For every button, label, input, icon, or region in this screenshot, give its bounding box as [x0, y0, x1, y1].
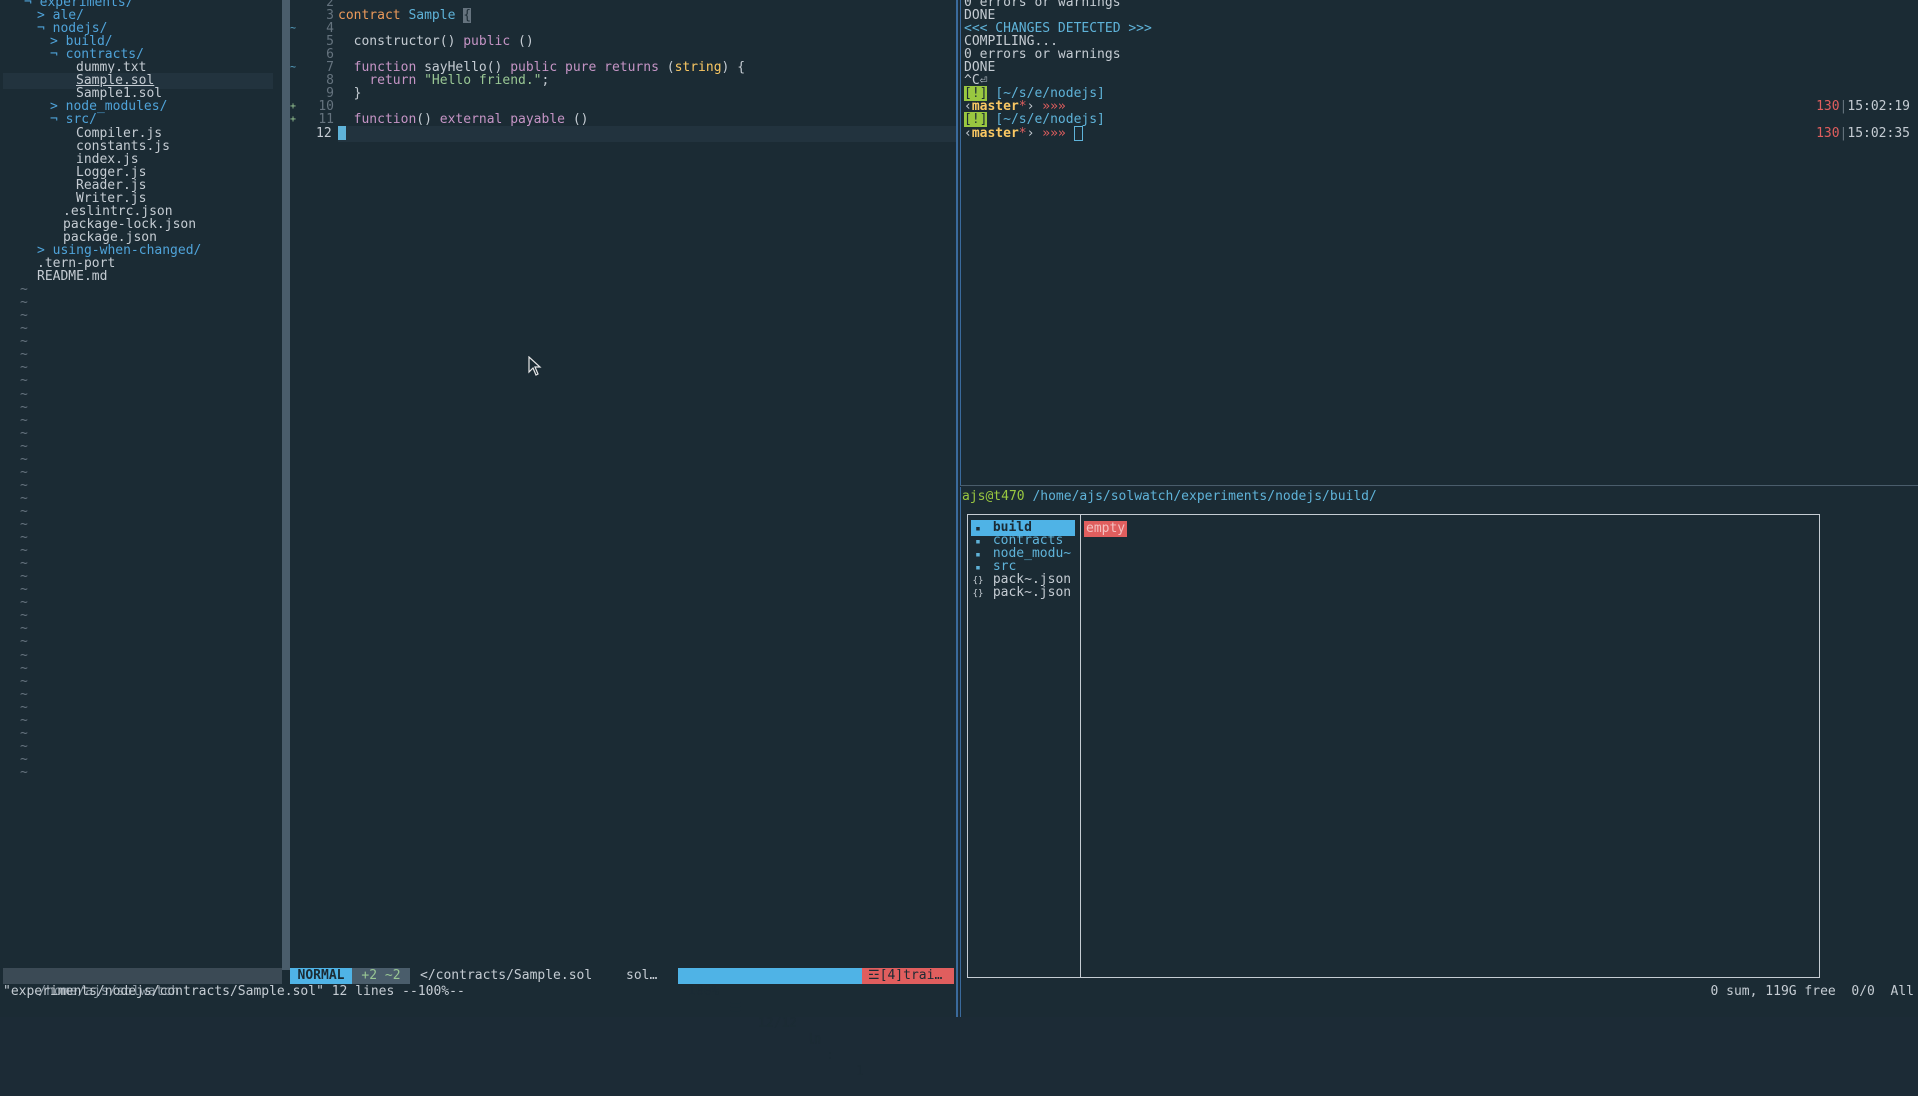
editor-statusline: NORMAL +2 ~2 </contracts/Sample.sol sol…… — [290, 968, 956, 1079]
tree-item-label: README.md — [37, 269, 108, 285]
prompt-arrows: »»» — [1042, 125, 1066, 141]
ranger-entry-name: pack~.json — [985, 585, 1072, 601]
ranger-statusbar: 0 sum, 119G free 0/0 All — [1710, 984, 1915, 999]
git-branch: master — [971, 125, 1019, 141]
vim-window[interactable]: ¬ experiments/> ale/¬ nodejs/> build/¬ c… — [0, 0, 958, 1079]
prompt-time: 15:02:35 — [1847, 125, 1910, 141]
preview-empty-badge: empty — [1084, 521, 1128, 537]
nerdtree-panel[interactable]: ¬ experiments/> ale/¬ nodejs/> build/¬ c… — [3, 0, 281, 970]
ln-icon: ㏑ — [808, 1032, 822, 1047]
command-line[interactable]: "experiments/nodejs/contracts/Sample.sol… — [3, 984, 953, 1000]
git-modified-sign: ~ — [290, 62, 297, 74]
column-number: 1 — [856, 1064, 864, 1079]
ranger-title: ajs@t470 /home/ajs/solwatch/experiments/… — [962, 487, 1377, 507]
prompt-right-status: 130|15:02:19 — [1816, 99, 1910, 115]
line-number-column: 2 3 4 5 6 7 8 9 10 11 12 — [300, 0, 334, 970]
menu-icon: ☰ — [730, 1000, 742, 1015]
statusline-filetype: sol… — [626, 968, 658, 983]
trailing-whitespace-warning: ☲[4]trai… — [862, 968, 954, 984]
mode-indicator: NORMAL — [290, 968, 352, 984]
git-hunk-counts: +2 ~2 — [352, 968, 410, 984]
text-cursor — [338, 126, 346, 140]
ranger-pane[interactable]: ajs@t470 /home/ajs/solwatch/experiments/… — [960, 487, 1918, 1017]
terminal-pane[interactable]: 0 errors or warnings DONE <<< CHANGES DETE… — [960, 0, 1918, 486]
position-count: 12/12 — [758, 1016, 798, 1031]
mouse-pointer-icon — [528, 355, 542, 380]
prompt-time: 15:02:19 — [1847, 99, 1910, 115]
prompt-line[interactable]: ‹master*› »»» 130|15:02:35 — [964, 125, 1914, 142]
exit-status: 130 — [1816, 125, 1840, 141]
prompt-right-status: 130|15:02:35 — [1816, 126, 1910, 142]
statusline-position: 100% ☰ 12/12 ㏑ : 1 — [678, 968, 874, 1079]
code-line[interactable] — [338, 125, 956, 142]
code-buffer[interactable]: contract Sample { constructor() public (… — [338, 0, 956, 970]
prompt-line[interactable]: ‹master*› »»» 130|15:02:19 — [964, 99, 1914, 115]
branch-close-bracket: › — [1026, 125, 1043, 141]
ranger-user-host: ajs@t470 — [962, 489, 1025, 504]
git-dirty-flag: * — [1018, 125, 1027, 141]
ranger-current-path: /home/ajs/solwatch/experiments/nodejs/bu… — [1032, 489, 1377, 504]
ranger-columns[interactable]: ▪ build ▪ contracts ▪ node_modu~ ▪ src{} pa… — [967, 514, 1820, 978]
ranger-parent-column[interactable]: ▪ build ▪ contracts ▪ node_modu~ ▪ src{} pa… — [968, 515, 1081, 977]
terminal-cursor — [1073, 125, 1083, 141]
split-separator[interactable] — [282, 0, 290, 970]
column-label: : — [826, 1048, 834, 1063]
git-modified-sign: ~ — [290, 23, 297, 35]
tree-empty-line: ~ — [20, 764, 28, 780]
statusline-filename: </contracts/Sample.sol — [420, 968, 593, 983]
git-added-sign: + — [290, 114, 297, 126]
nerdtree-statusline: /home/ajs/solwatch — [3, 968, 282, 999]
exit-status: 130 — [1816, 99, 1840, 115]
ranger-file-entry[interactable]: {} pack~.json — [971, 585, 1075, 601]
branch-open-bracket: ‹ — [964, 125, 972, 141]
tree-file-item[interactable]: README.md — [37, 269, 107, 285]
json-file-icon: {} — [972, 589, 984, 600]
